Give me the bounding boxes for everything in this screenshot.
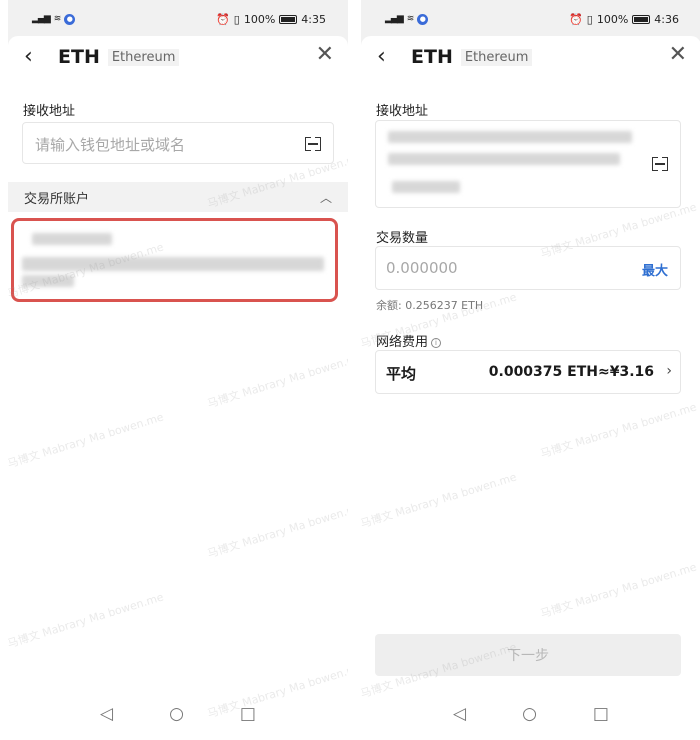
- signal-icon: ▂▄▆: [385, 14, 404, 24]
- blurred-account-address-tail: [22, 275, 74, 287]
- clock: 4:35: [301, 12, 326, 26]
- exchange-account-section[interactable]: 交易所账户 ︿: [8, 182, 348, 212]
- scan-icon[interactable]: [652, 157, 668, 171]
- coin-symbol: ETH: [411, 46, 453, 68]
- blurred-account-address: [22, 257, 324, 271]
- scan-icon[interactable]: [305, 137, 321, 151]
- battery-percent: 100%: [243, 12, 276, 26]
- right-screen: ▂▄▆ ≋ ● ⏰ ▯ 100% 4:36 ‹ ETH Ethereum ✕ 接…: [361, 0, 700, 740]
- clock: 4:36: [654, 12, 679, 26]
- blurred-address-line: [388, 131, 632, 143]
- battery-icon: [279, 14, 298, 24]
- vpn-icon: ●: [64, 13, 76, 25]
- signal-icon: ▂▄▆: [32, 14, 51, 24]
- amount-placeholder: 0.000000: [386, 259, 458, 277]
- nav-recents-icon[interactable]: □: [593, 704, 609, 724]
- next-step-button[interactable]: 下一步: [375, 634, 681, 676]
- amount-label: 交易数量: [376, 231, 429, 246]
- close-icon[interactable]: ✕: [669, 44, 687, 66]
- nav-bar: ◁ ○ □: [8, 704, 348, 724]
- coin-symbol: ETH: [58, 46, 100, 68]
- blurred-address-line: [392, 181, 460, 193]
- nav-bar: ◁ ○ □: [361, 704, 700, 724]
- fee-label: 网络费用: [376, 335, 429, 350]
- fee-speed: 平均: [386, 365, 417, 383]
- send-sheet: ‹ ETH Ethereum ✕ 接收地址 请输入钱包地址或域名 交易所账户 ︿…: [8, 36, 348, 740]
- address-label: 接收地址: [376, 104, 429, 119]
- left-screen: ▂▄▆ ≋ ● ⏰ ▯ 100% 4:35 ‹ ETH Ethereum ✕ 接…: [8, 0, 348, 740]
- vibrate-icon: ▯: [233, 12, 240, 26]
- coin-name: Ethereum: [107, 48, 180, 66]
- battery-icon: [632, 14, 651, 24]
- sheet-header: ‹ ETH Ethereum ✕: [361, 36, 700, 78]
- send-sheet: ‹ ETH Ethereum ✕ 接收地址 交易数量 0.000000 最大 余…: [361, 36, 700, 740]
- nav-recents-icon[interactable]: □: [240, 704, 256, 724]
- fee-value: 0.000375 ETH≈¥3.16: [488, 364, 654, 380]
- fee-label-row: 网络费用 i: [376, 331, 442, 350]
- wifi-icon: ≋: [406, 14, 414, 24]
- fee-selector[interactable]: 平均 0.000375 ETH≈¥3.16 ›: [375, 350, 681, 394]
- coin-name: Ethereum: [460, 48, 533, 66]
- battery-percent: 100%: [596, 12, 629, 26]
- amount-input[interactable]: 0.000000 最大: [375, 246, 681, 290]
- sheet-header: ‹ ETH Ethereum ✕: [8, 36, 348, 78]
- status-bar: ▂▄▆ ≋ ● ⏰ ▯ 100% 4:35: [8, 0, 348, 38]
- info-icon[interactable]: i: [431, 337, 442, 348]
- nav-home-icon[interactable]: ○: [169, 704, 184, 724]
- vibrate-icon: ▯: [586, 12, 593, 26]
- alarm-icon: ⏰: [569, 12, 583, 26]
- exchange-account-label: 交易所账户: [24, 191, 90, 207]
- chevron-right-icon[interactable]: ›: [666, 363, 672, 379]
- blurred-address-line: [388, 153, 620, 165]
- exchange-account-card[interactable]: [11, 218, 338, 302]
- balance-text: 余额: 0.256237 ETH: [376, 299, 484, 312]
- nav-back-icon[interactable]: ◁: [100, 704, 113, 724]
- nav-back-icon[interactable]: ◁: [453, 704, 466, 724]
- address-placeholder: 请输入钱包地址或域名: [35, 136, 186, 154]
- address-label: 接收地址: [23, 104, 76, 119]
- status-bar: ▂▄▆ ≋ ● ⏰ ▯ 100% 4:36: [361, 0, 700, 38]
- close-icon[interactable]: ✕: [316, 44, 334, 66]
- alarm-icon: ⏰: [216, 12, 230, 26]
- address-input[interactable]: 请输入钱包地址或域名: [22, 122, 334, 164]
- nav-home-icon[interactable]: ○: [522, 704, 537, 724]
- blurred-account-name: [32, 233, 112, 245]
- address-input[interactable]: [375, 120, 681, 208]
- wifi-icon: ≋: [53, 14, 61, 24]
- max-button[interactable]: 最大: [642, 260, 668, 279]
- vpn-icon: ●: [417, 13, 429, 25]
- chevron-up-icon[interactable]: ︿: [320, 189, 332, 206]
- back-arrow-icon[interactable]: ‹: [24, 46, 46, 68]
- back-arrow-icon[interactable]: ‹: [377, 46, 399, 68]
